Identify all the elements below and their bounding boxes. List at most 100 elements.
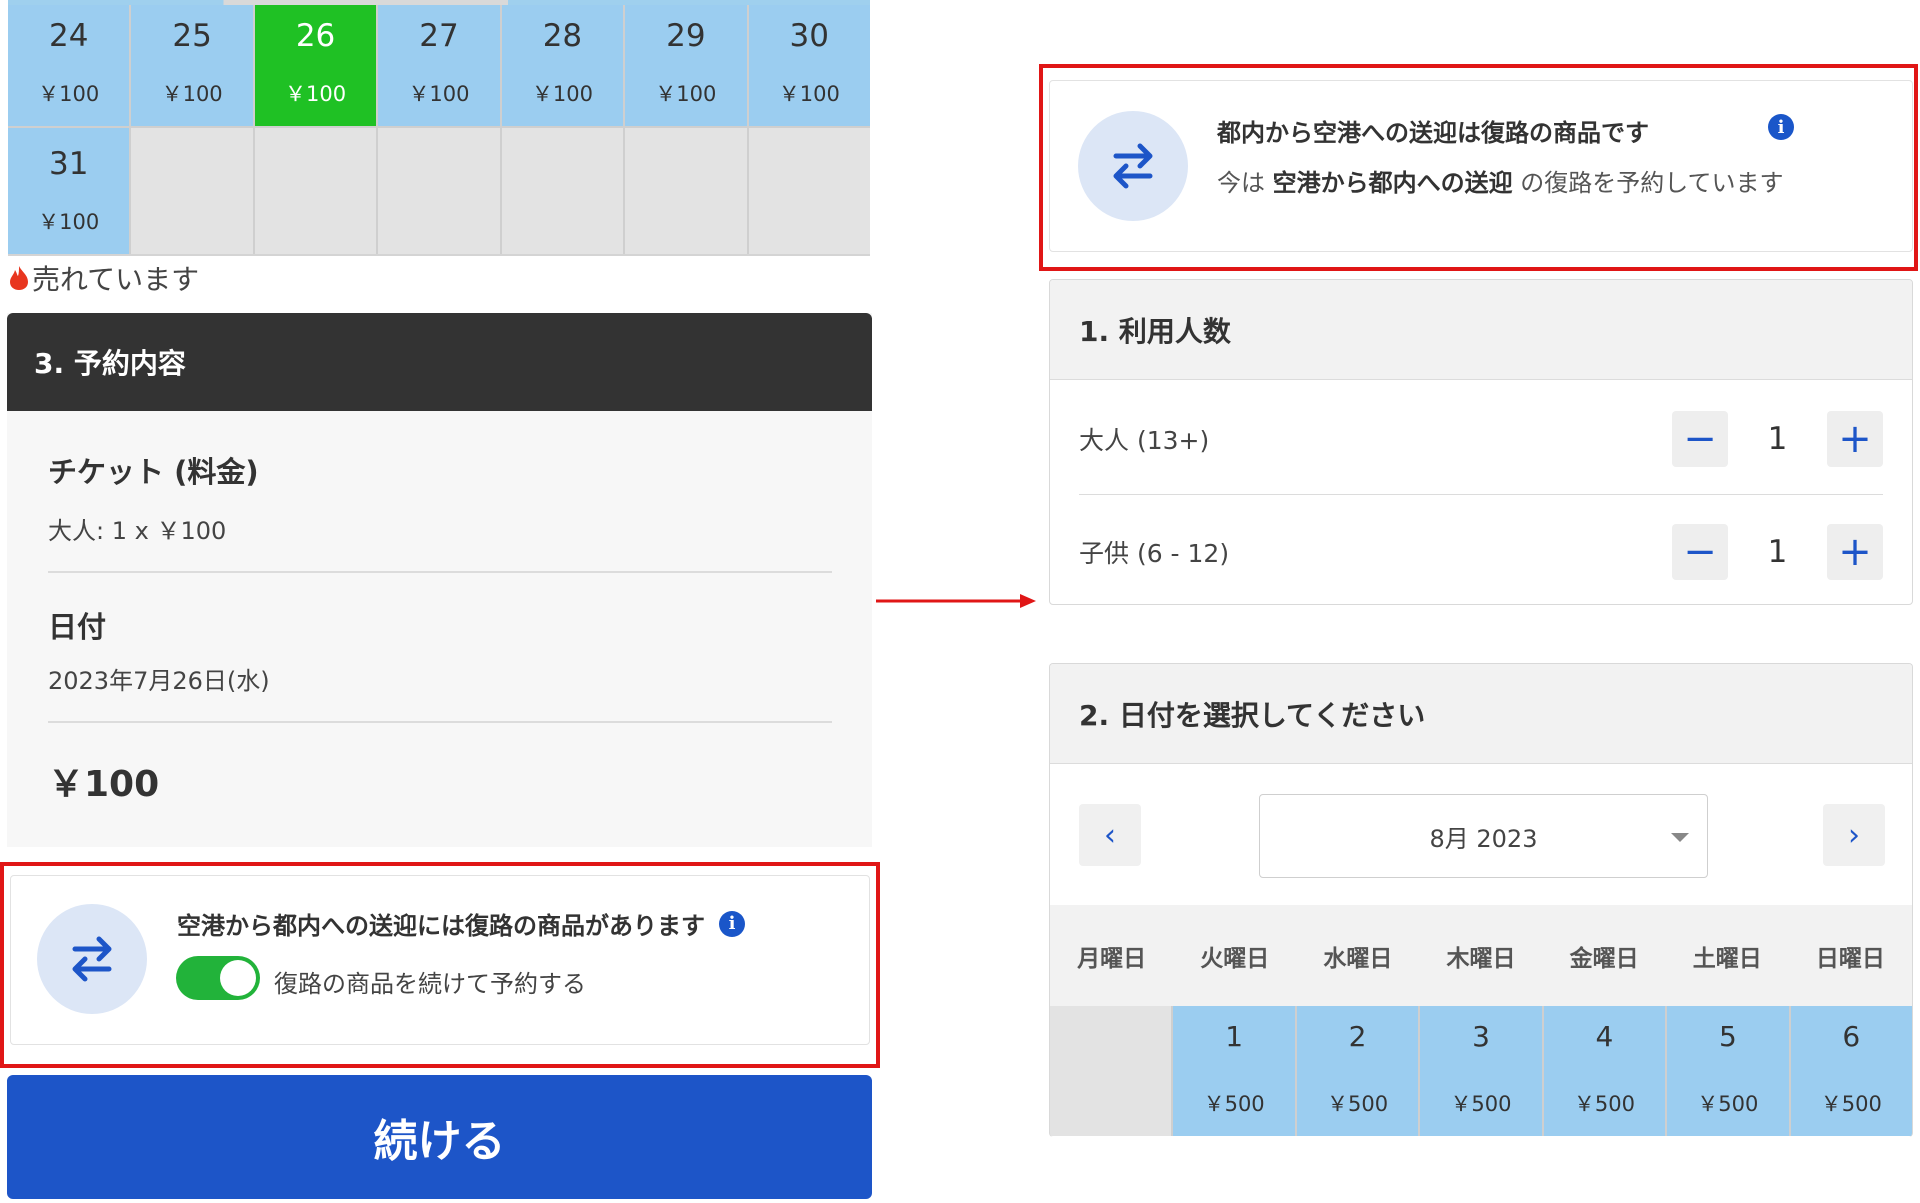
calendar-day[interactable]: 31 ￥100 (8, 128, 130, 254)
child-count: 1 (1767, 534, 1788, 570)
day-price: ￥500 (1697, 1092, 1759, 1116)
calendar-day[interactable]: 28 ￥100 (501, 0, 624, 126)
return-notice-card: 都内から空港への送迎は復路の商品です i 今は 空港から都内への送迎 の復路を予… (1049, 80, 1913, 252)
notice-highlight: 空港から都内への送迎 (1272, 169, 1513, 197)
calendar-day-selected[interactable]: 26 ￥100 (254, 0, 377, 126)
date-picker-panel: 2. 日付を選択してください ‹ 8月 2023 › 月曜日 火曜日 水曜日 木… (1049, 663, 1913, 1137)
people-header: 1. 利用人数 (1050, 280, 1912, 380)
day-number: 4 (1595, 1020, 1614, 1053)
swap-arrows-icon (72, 936, 112, 982)
adult-count: 1 (1767, 421, 1788, 457)
calendar-empty-cell (501, 128, 624, 254)
child-label: 子供 (6 - 12) (1079, 539, 1230, 568)
day-price: ￥500 (1450, 1092, 1512, 1116)
calendar-grid: 24 ￥100 25 ￥100 26 ￥100 27 ￥100 28 ￥100 29 ￥10… (8, 0, 870, 256)
adult-minus-button[interactable]: − (1672, 411, 1728, 467)
chevron-down-icon (1671, 833, 1689, 842)
day-number: 31 (48, 146, 89, 182)
swap-arrows-icon (1113, 143, 1153, 189)
calendar-day[interactable]: 27 ￥100 (378, 0, 500, 126)
calendar-day[interactable]: 4 ￥500 (1543, 1006, 1666, 1136)
day-number: 29 (666, 18, 706, 54)
day-number: 28 (542, 18, 583, 54)
info-icon[interactable]: i (1768, 114, 1794, 140)
month-calendar-grid: 1 ￥500 2 ￥500 3 ￥500 4 ￥500 5 ￥500 6 ￥500 (1050, 1006, 1912, 1136)
calendar-day[interactable]: 2 ￥500 (1296, 1006, 1419, 1136)
toggle-label: 復路の商品を続けて予約する (274, 970, 586, 998)
day-number: 27 (419, 18, 459, 54)
day-number: 6 (1842, 1020, 1861, 1053)
sold-indicator: 売れています (8, 258, 199, 298)
day-price: ￥100 (161, 82, 223, 106)
child-plus-button[interactable]: + (1827, 524, 1883, 580)
calendar-day[interactable]: 24 ￥100 (8, 0, 130, 126)
calendar-day[interactable]: 5 ￥500 (1667, 1006, 1789, 1136)
notice-prefix: 今は (1217, 169, 1265, 197)
fire-icon (10, 266, 28, 290)
adult-plus-button[interactable]: + (1827, 411, 1883, 467)
day-number: 25 (172, 18, 212, 54)
day-price: ￥100 (38, 210, 100, 234)
weekday-label: 金曜日 (1569, 945, 1639, 972)
day-number: 5 (1718, 1020, 1737, 1053)
adult-label: 大人 (13+) (1079, 426, 1210, 455)
day-number: 24 (48, 18, 89, 54)
day-number: 26 (295, 18, 336, 54)
day-number: 2 (1348, 1020, 1367, 1053)
calendar-day[interactable]: 30 ￥100 (748, 0, 870, 126)
weekday-label: 日曜日 (1815, 945, 1885, 972)
day-price: ￥100 (655, 82, 717, 106)
day-number: 30 (789, 18, 829, 54)
month-value: 8月 2023 (1429, 824, 1538, 853)
prev-month-button[interactable]: ‹ (1079, 804, 1141, 866)
people-row-adult: 大人 (13+) − 1 + (1079, 382, 1883, 496)
weekday-label: 火曜日 (1200, 945, 1270, 972)
calendar-day[interactable]: 29 ￥100 (625, 0, 747, 126)
next-month-button[interactable]: › (1823, 804, 1885, 866)
swap-circle (1078, 111, 1188, 221)
date-value: 2023年7月26日(水) (48, 667, 270, 695)
child-stepper: − 1 + (1672, 524, 1883, 580)
date-picker-header: 2. 日付を選択してください (1050, 664, 1912, 764)
swap-circle (37, 904, 147, 1014)
return-offer-title: 空港から都内への送迎には復路の商品があります (177, 912, 705, 940)
info-icon[interactable]: i (719, 910, 745, 937)
weekday-label: 木曜日 (1446, 945, 1516, 972)
calendar-empty-cell (131, 128, 253, 254)
divider (48, 721, 832, 723)
day-price: ￥100 (285, 82, 347, 106)
calendar-day[interactable]: 6 ￥500 (1790, 1006, 1912, 1136)
date-title: 日付 (48, 610, 107, 644)
calendar-empty-cell (254, 128, 377, 254)
calendar-day[interactable]: 25 ￥100 (131, 0, 253, 126)
calendar-day[interactable]: 3 ￥500 (1420, 1006, 1542, 1136)
continue-button[interactable]: 続ける (7, 1075, 872, 1199)
month-select[interactable]: 8月 2023 (1259, 794, 1708, 878)
child-minus-button[interactable]: − (1672, 524, 1728, 580)
people-panel: 1. 利用人数 大人 (13+) − 1 + 子供 (6 - 12) − 1 + (1049, 279, 1913, 605)
ticket-detail: 大人: 1 x ￥100 (48, 517, 227, 545)
day-price: ￥500 (1820, 1092, 1882, 1116)
notice-suffix: の復路を予約しています (1520, 169, 1784, 197)
day-price: ￥100 (531, 82, 593, 106)
day-price: ￥100 (408, 82, 470, 106)
adult-stepper: − 1 + (1672, 411, 1883, 467)
calendar-day[interactable]: 1 ￥500 (1173, 1006, 1295, 1136)
people-row-child: 子供 (6 - 12) − 1 + (1079, 495, 1883, 604)
return-notice-text: 今は 空港から都内への送迎 の復路を予約しています (1217, 163, 1784, 198)
flow-arrow-icon (876, 594, 1036, 608)
day-price: ￥500 (1573, 1092, 1635, 1116)
weekday-header: 月曜日 火曜日 水曜日 木曜日 金曜日 土曜日 日曜日 (1050, 905, 1912, 1006)
calendar-empty-cell (378, 128, 500, 254)
return-toggle[interactable] (176, 956, 260, 1000)
day-number: 3 (1472, 1020, 1490, 1053)
calendar-empty-cell (748, 128, 870, 254)
day-price: ￥100 (38, 82, 100, 106)
weekday-label: 月曜日 (1077, 945, 1147, 972)
day-price: ￥100 (778, 82, 840, 106)
weekday-label: 土曜日 (1692, 945, 1762, 972)
calendar-empty-cell (1050, 1006, 1172, 1136)
day-price: ￥500 (1203, 1092, 1265, 1116)
sold-label: 売れています (32, 263, 200, 296)
reservation-summary: 3. 予約内容 チケット (料金) 大人: 1 x ￥100 日付 2023年7… (7, 313, 872, 847)
